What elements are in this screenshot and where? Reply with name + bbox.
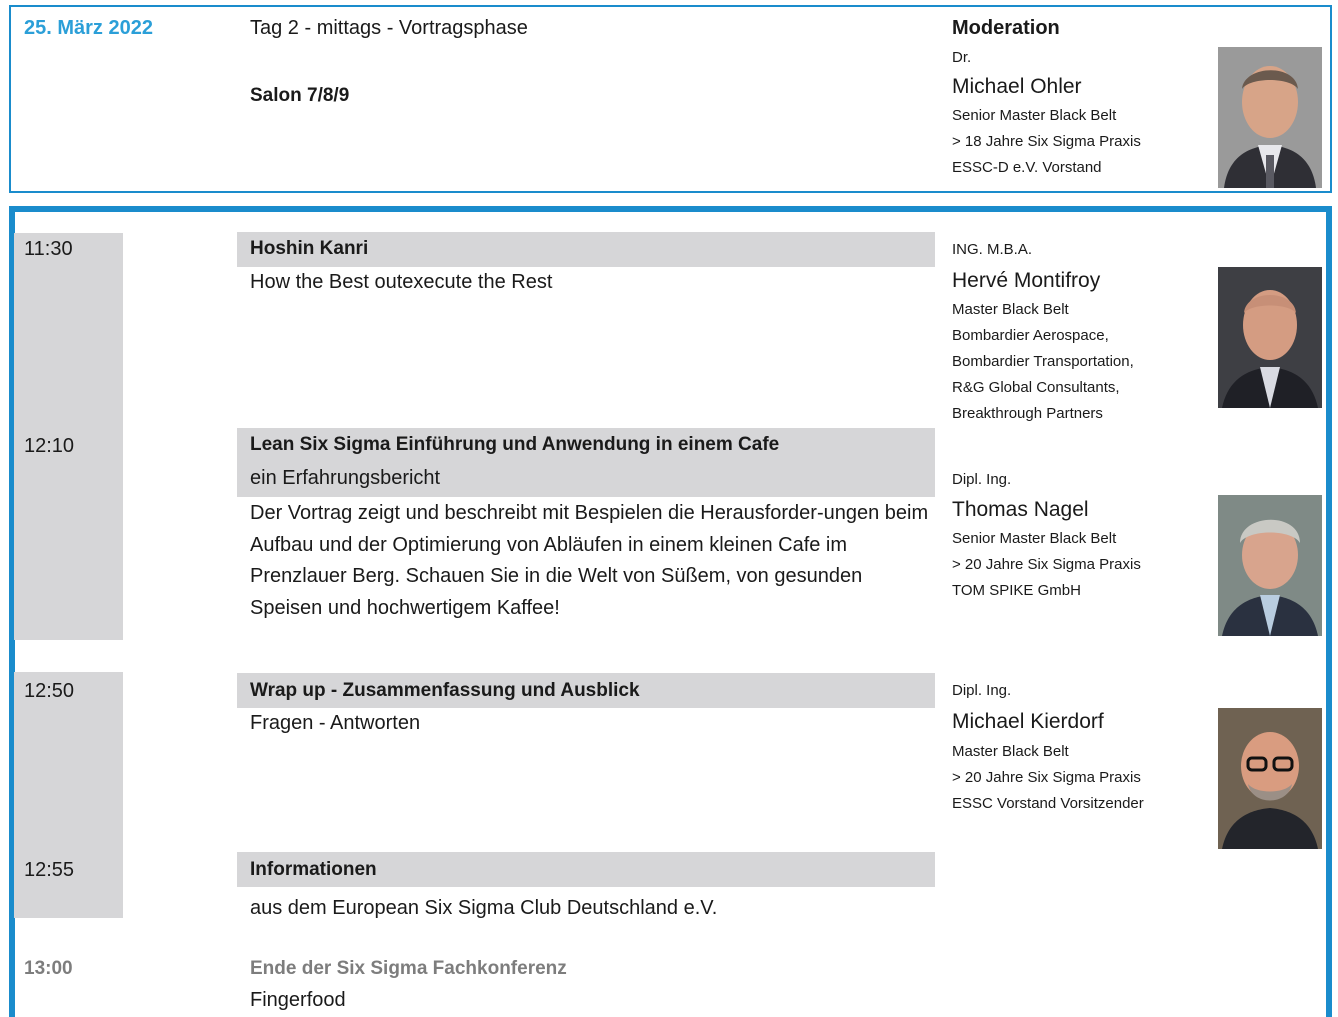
room-label: Salon 7/8/9 [250,85,350,106]
speaker-role: TOM SPIKE GmbH [952,582,1081,599]
session-subtitle: Fingerfood [250,989,346,1011]
moderation-heading: Moderation [952,17,1060,39]
moderator-role: Senior Master Black Belt [952,107,1117,124]
speaker-photo [1218,495,1322,636]
session-subtitle: How the Best outexecute the Rest [250,271,553,293]
session-title: Lean Six Sigma Einführung und Anwendung … [250,434,780,455]
speaker-role: R&G Global Consultants, [952,379,1120,396]
speaker-photo [1218,708,1322,849]
session-time: 12:10 [24,435,75,457]
speaker-name: Michael Kierdorf [952,710,1104,733]
moderator-name: Michael Ohler [952,75,1082,98]
day-label: Tag 2 - mittags - Vortragsphase [250,17,528,39]
moderator-photo [1218,47,1322,188]
portrait-photo-icon [1218,267,1322,408]
session-time: 12:55 [24,859,75,881]
session-subtitle: Fragen - Antworten [250,712,421,734]
speaker-title: ING. M.B.A. [952,241,1033,258]
speaker-role: > 20 Jahre Six Sigma Praxis [952,769,1141,786]
speaker-role: Breakthrough Partners [952,405,1103,422]
speaker-role: Master Black Belt [952,301,1069,318]
session-description: Der Vortrag zeigt und beschreibt mit Bes… [250,502,929,619]
speaker-name: Hervé Montifroy [952,269,1101,292]
session-time: 12:50 [24,680,75,702]
speaker-role: Bombardier Transportation, [952,353,1134,370]
session-subtitle: ein Erfahrungsbericht [250,467,441,489]
session-title: Ende der Six Sigma Fachkonferenz [250,958,567,979]
speaker-name: Thomas Nagel [952,498,1089,521]
portrait-photo-icon [1218,47,1322,188]
speaker-photo [1218,267,1322,408]
session-title: Wrap up - Zusammenfassung und Ausblick [250,680,640,701]
session-time: 11:30 [24,238,73,260]
session-title: Hoshin Kanri [250,238,369,259]
speaker-role: > 20 Jahre Six Sigma Praxis [952,556,1141,573]
moderator-role: > 18 Jahre Six Sigma Praxis [952,133,1141,150]
speaker-role: Senior Master Black Belt [952,530,1117,547]
event-date: 25. März 2022 [24,17,153,39]
session-time: 13:00 [24,958,73,979]
speaker-role: Bombardier Aerospace, [952,327,1109,344]
session-subtitle: aus dem European Six Sigma Club Deutschl… [250,897,718,919]
moderator-role: ESSC-D e.V. Vorstand [952,159,1102,176]
header-panel [9,5,1332,193]
speaker-role: Master Black Belt [952,743,1069,760]
session-title: Informationen [250,859,377,880]
speaker-title: Dipl. Ing. [952,682,1012,699]
speaker-role: ESSC Vorstand Vorsitzender [952,795,1144,812]
moderator-title: Dr. [952,49,972,66]
portrait-photo-icon [1218,495,1322,636]
portrait-photo-icon [1218,708,1322,849]
speaker-title: Dipl. Ing. [952,471,1012,488]
